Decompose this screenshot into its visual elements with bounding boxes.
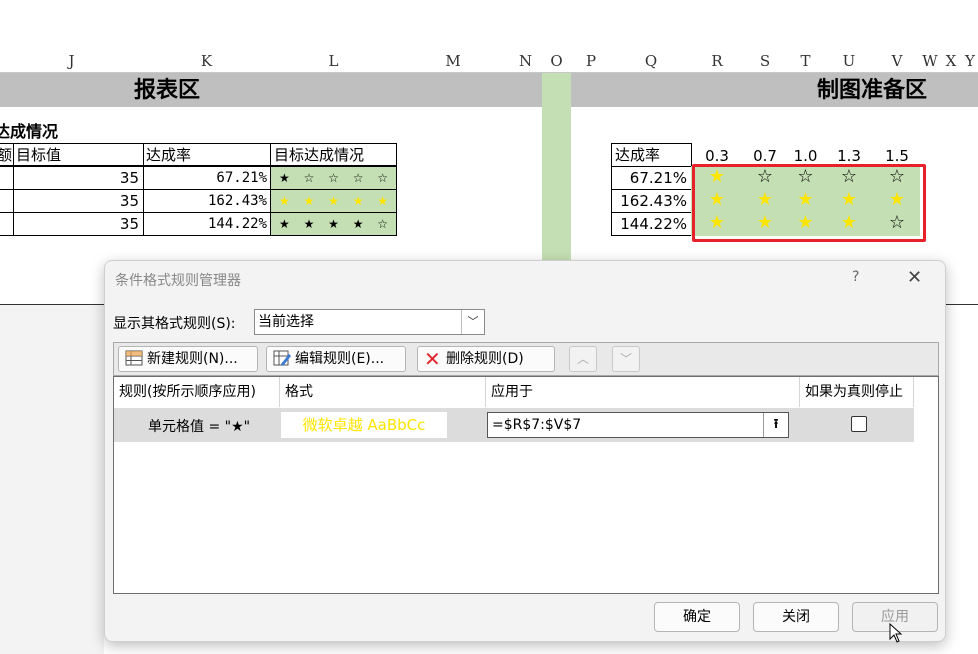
report-band: 报表区 [0, 73, 542, 107]
col-header-k[interactable]: K [143, 50, 271, 73]
show-rules-select[interactable]: 当前选择 ﹀ [254, 309, 485, 335]
left-header-target: 目标值 [13, 143, 144, 166]
show-rules-label: 显示其格式规则(S): [113, 316, 236, 332]
new-rule-button[interactable]: 新建规则(N)... [118, 346, 258, 372]
col-header-q[interactable]: Q [611, 50, 692, 73]
right-row1-rate[interactable]: 67.21% [611, 166, 692, 190]
rules-toolbar: 新建规则(N)... 编辑规则(E)... ✕ 删除规则(D) ︿ ﹀ [113, 342, 939, 376]
delete-rule-button[interactable]: ✕ 删除规则(D) [417, 346, 555, 372]
rules-list: 规则(按所示顺序应用) 格式 应用于 如果为真则停止 单元格值 = "★" 微软… [113, 376, 939, 594]
col-header-x[interactable]: X [940, 50, 963, 73]
move-up-button[interactable]: ︿ [569, 346, 597, 372]
left-row2-stars[interactable]: ★ ★ ★ ★ ★ [270, 189, 397, 213]
left-row3-rate[interactable]: 144.22% [143, 212, 271, 236]
format-preview: 微软卓越 AaBbCc [281, 412, 447, 438]
left-row1-a[interactable] [0, 166, 14, 190]
col-header-n[interactable]: N [509, 50, 543, 73]
col-header-u[interactable]: U [824, 50, 875, 73]
chart-prep-band: 制图准备区 [571, 73, 978, 107]
conditional-format-rules-manager: 条件格式规则管理器 ? ✕ 显示其格式规则(S): 当前选择 ﹀ 新建规则(N)… [104, 260, 946, 643]
edit-icon [273, 349, 291, 374]
chevron-down-icon[interactable]: ﹀ [461, 310, 484, 334]
right-row3-rate[interactable]: 144.22% [611, 212, 692, 236]
delete-rule-label: 删除规则(D) [446, 351, 524, 367]
left-row1-stars[interactable]: ★ ☆ ☆ ☆ ☆ [270, 166, 397, 190]
col-header-t[interactable]: T [787, 50, 825, 73]
blurred-area [0, 305, 104, 654]
col-header-p[interactable]: P [571, 50, 612, 73]
left-header-status: 目标达成情况 [270, 143, 397, 166]
stop-if-true-checkbox[interactable] [851, 416, 867, 432]
left-header-amount: 额 [0, 143, 14, 166]
mouse-cursor-icon [889, 623, 903, 643]
applies-to-input[interactable]: =$R$7:$V$7 ⭱ [487, 412, 789, 438]
col-applies-to: 应用于 [486, 377, 800, 407]
applies-to-value: =$R$7:$V$7 [492, 417, 582, 433]
rule-name: 单元格值 = "★" [148, 419, 251, 435]
left-row3-stars[interactable]: ★ ★ ★ ★ ☆ [270, 212, 397, 236]
delete-x-icon: ✕ [424, 347, 441, 371]
right-header-rate: 达成率 [611, 143, 692, 167]
ok-button[interactable]: 确定 [654, 602, 740, 632]
col-header-v[interactable]: V [874, 50, 921, 73]
col-header-w[interactable]: W [920, 50, 941, 73]
col-header-r[interactable]: R [691, 50, 744, 73]
chart-prep-band-title: 制图准备区 [817, 77, 928, 103]
section-title: 达成情况 [0, 122, 59, 141]
left-row1-target[interactable]: 35 [13, 166, 144, 190]
highlight-box [692, 164, 926, 242]
col-header-l[interactable]: L [270, 50, 398, 73]
left-row3-target[interactable]: 35 [13, 212, 144, 236]
rule-row[interactable]: 单元格值 = "★" 微软卓越 AaBbCc =$R$7:$V$7 ⭱ [114, 408, 914, 442]
col-header-s[interactable]: S [743, 50, 788, 73]
left-row2-rate[interactable]: 162.43% [143, 189, 271, 213]
new-rule-label: 新建规则(N)... [147, 351, 238, 367]
dialog-title: 条件格式规则管理器 [115, 273, 241, 289]
close-button[interactable]: 关闭 [753, 602, 839, 632]
grid-icon [125, 349, 143, 374]
move-down-button[interactable]: ﹀ [612, 346, 640, 372]
close-icon[interactable]: ✕ [907, 267, 922, 288]
edit-rule-label: 编辑规则(E)... [295, 351, 385, 367]
col-rule: 规则(按所示顺序应用) [114, 377, 280, 407]
help-icon[interactable]: ? [852, 269, 859, 285]
left-row2-target[interactable]: 35 [13, 189, 144, 213]
col-stop-if-true: 如果为真则停止 [800, 377, 914, 407]
col-format: 格式 [280, 377, 486, 407]
left-row2-a[interactable] [0, 189, 14, 213]
col-header-o[interactable]: O [542, 50, 572, 73]
col-header-m[interactable]: M [397, 50, 510, 73]
report-band-title: 报表区 [134, 77, 201, 103]
left-header-rate: 达成率 [143, 143, 271, 166]
left-row3-a[interactable] [0, 212, 14, 236]
show-rules-value: 当前选择 [258, 314, 314, 330]
dialog-footer: 确定 关闭 应用 [105, 594, 945, 641]
edit-rule-button[interactable]: 编辑规则(E)... [266, 346, 406, 372]
right-row2-rate[interactable]: 162.43% [611, 189, 692, 213]
col-header-y[interactable]: Y [962, 50, 978, 73]
range-picker-icon[interactable]: ⭱ [763, 413, 788, 437]
col-header-j[interactable]: J [0, 50, 144, 73]
left-row1-rate[interactable]: 67.21% [143, 166, 271, 190]
